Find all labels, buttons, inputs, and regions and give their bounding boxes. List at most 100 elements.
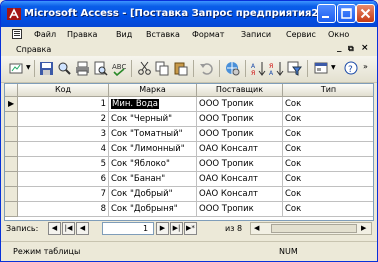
title-bar[interactable]: Microsoft Access - [Поставка Запрос пред… [1, 1, 377, 27]
row-selector[interactable] [5, 142, 18, 157]
cell-code[interactable]: 5 [18, 157, 109, 172]
column-header-supplier[interactable]: Поставщик [197, 84, 283, 97]
cell-supplier[interactable]: ОАО Консалт [197, 142, 283, 157]
cell-supplier[interactable]: ООО Тропик [197, 97, 283, 112]
cell-code[interactable]: 8 [18, 202, 109, 217]
column-header-brand[interactable]: Марка [109, 84, 197, 97]
cut-icon[interactable] [137, 61, 152, 76]
cell-brand[interactable]: Сок "Черный" [109, 112, 197, 127]
scroll-right-icon[interactable]: ▶ [361, 224, 366, 232]
cell-code-text: 5 [100, 159, 106, 169]
cell-supplier[interactable]: ОАО Консалт [197, 187, 283, 202]
menu-edit[interactable]: Правка [67, 30, 97, 39]
new-object-dropdown-icon[interactable]: ▼ [331, 64, 336, 71]
print-icon[interactable] [75, 61, 90, 76]
cell-code[interactable]: 7 [18, 187, 109, 202]
menu-view[interactable]: Вид [116, 30, 132, 39]
menu-records[interactable]: Записи [241, 30, 271, 39]
menu-format[interactable]: Формат [192, 30, 224, 39]
cell-code-text: 2 [100, 114, 106, 124]
search-icon[interactable] [57, 61, 72, 76]
column-header-type[interactable]: Тип [283, 84, 373, 97]
previous-record-button[interactable]: ◀ [76, 222, 89, 235]
cell-code[interactable]: 2 [18, 112, 109, 127]
cell-brand[interactable]: Сок "Лимонный" [109, 142, 197, 157]
save-icon[interactable] [39, 61, 54, 76]
row-selector[interactable] [5, 112, 18, 127]
row-selector[interactable] [5, 172, 18, 187]
cell-supplier[interactable]: ООО Тропик [197, 112, 283, 127]
cell-brand[interactable]: Сок "Добрыня" [109, 202, 197, 217]
filter-icon[interactable] [287, 61, 302, 76]
doc-restore-icon[interactable]: ⧉ [348, 44, 354, 54]
cell-code[interactable]: 3 [18, 127, 109, 142]
menu-help[interactable]: Справка [16, 45, 51, 54]
close-button[interactable] [356, 4, 375, 23]
toolbar-options-icon[interactable]: » [363, 62, 368, 71]
cell-type[interactable]: Сок [283, 202, 373, 217]
row-selector[interactable] [5, 127, 18, 142]
cell-code-text: 7 [100, 189, 106, 199]
cell-supplier[interactable]: ООО Тропик [197, 157, 283, 172]
new-record-button[interactable]: ▶* [184, 222, 197, 235]
cell-code[interactable]: 1 [18, 97, 109, 112]
cell-supplier[interactable]: ООО Тропик [197, 127, 283, 142]
menu-window[interactable]: Окно [328, 30, 349, 39]
cell-brand[interactable]: Мин. Вода [109, 97, 197, 112]
undo-icon[interactable] [199, 61, 214, 76]
cell-supplier[interactable]: ОАО Консалт [197, 172, 283, 187]
cell-brand[interactable]: Сок "Яблоко" [109, 157, 197, 172]
menu-tools[interactable]: Сервис [286, 30, 316, 39]
cell-code-text: 8 [100, 204, 106, 214]
cell-code[interactable]: 6 [18, 172, 109, 187]
menu-file[interactable]: Файл [34, 30, 56, 39]
minimize-button[interactable] [317, 4, 336, 23]
first-record-button-alt[interactable]: |◀ [62, 222, 75, 235]
insert-hyperlink-icon[interactable] [225, 61, 240, 76]
row-selector[interactable]: ▶ [5, 97, 18, 112]
close-icon [360, 8, 371, 19]
view-icon[interactable] [9, 61, 24, 76]
paste-icon[interactable] [173, 61, 188, 76]
cell-type[interactable]: Сок [283, 127, 373, 142]
cell-type[interactable]: Сок [283, 112, 373, 127]
preview-icon[interactable] [93, 61, 108, 76]
next-record-button[interactable]: ▶ [156, 222, 169, 235]
cell-brand[interactable]: Сок "Добрый" [109, 187, 197, 202]
cell-type[interactable]: Сок [283, 97, 373, 112]
cell-supplier[interactable]: ООО Тропик [197, 202, 283, 217]
access-key-icon [7, 8, 21, 20]
cell-code-text: 3 [100, 129, 106, 139]
column-header-code[interactable]: Код [18, 84, 109, 97]
help-icon[interactable]: ? [344, 61, 359, 76]
current-record-input[interactable]: 1 [102, 222, 154, 235]
copy-icon[interactable] [155, 61, 170, 76]
new-object-icon[interactable] [314, 61, 329, 76]
last-record-button[interactable]: ▶| [170, 222, 183, 235]
select-all-corner[interactable] [5, 84, 18, 97]
view-dropdown-icon[interactable]: ▼ [26, 64, 31, 71]
row-selector[interactable] [5, 157, 18, 172]
cell-brand[interactable]: Сок "Томатный" [109, 127, 197, 142]
cell-type[interactable]: Сок [283, 157, 373, 172]
menu-insert[interactable]: Вставка [146, 30, 180, 39]
first-record-button[interactable]: ◀ [48, 222, 61, 235]
sort-asc-icon[interactable]: AЯ [251, 61, 266, 76]
scroll-thumb[interactable] [271, 224, 357, 233]
cell-type[interactable]: Сок [283, 172, 373, 187]
row-selector[interactable] [5, 202, 18, 217]
cell-type[interactable]: Сок [283, 142, 373, 157]
horizontal-scrollbar[interactable]: ◀ ▶ [250, 222, 372, 235]
maximize-button[interactable] [337, 4, 356, 23]
cell-supplier-text: ООО Тропик [199, 99, 254, 109]
datasheet-grid: Код Марка Поставщик Тип ▶ 1 Мин. Вода ООО Т… [4, 83, 374, 221]
spellcheck-icon[interactable]: ABC [111, 61, 126, 76]
cell-type[interactable]: Сок [283, 187, 373, 202]
row-selector[interactable] [5, 187, 18, 202]
cell-brand[interactable]: Сок "Банан" [109, 172, 197, 187]
doc-minimize-icon[interactable]: _ [337, 43, 342, 53]
doc-close-icon[interactable]: × [361, 43, 369, 53]
sort-desc-icon[interactable]: ЯA [269, 61, 284, 76]
cell-code[interactable]: 4 [18, 142, 109, 157]
scroll-left-icon[interactable]: ◀ [254, 224, 259, 232]
